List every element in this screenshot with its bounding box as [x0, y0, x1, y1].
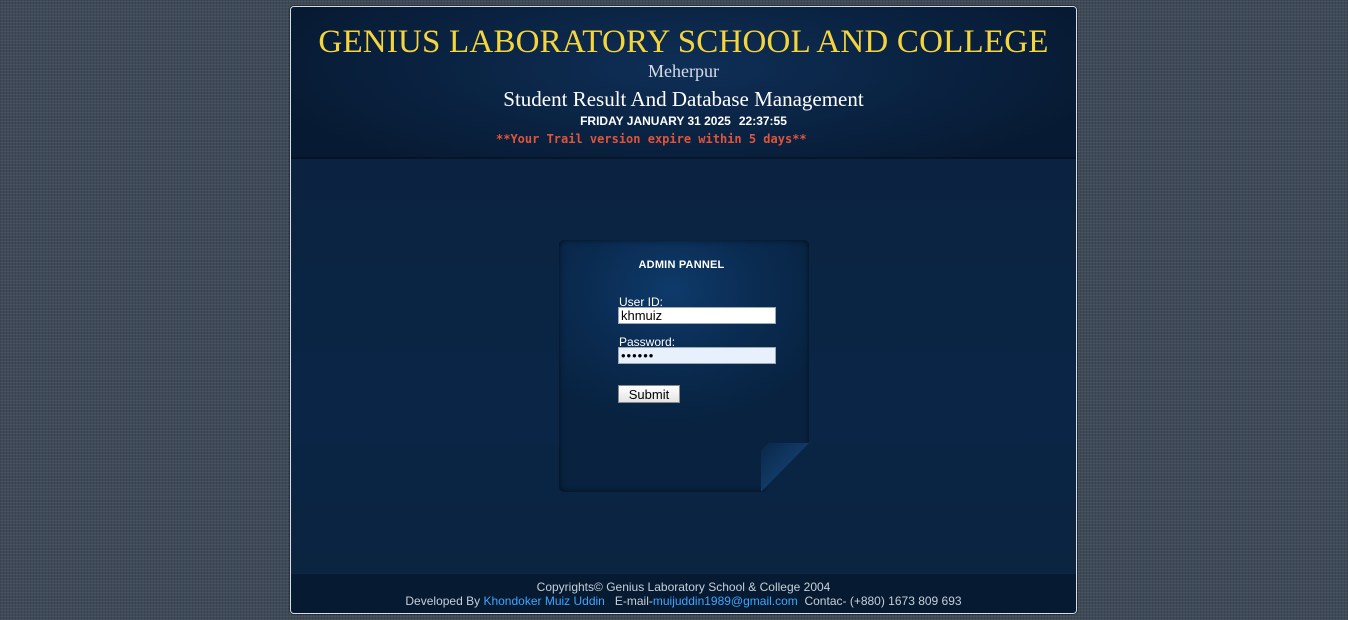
developer-credits: Developed By Khondoker Muiz Uddin E-mail…	[291, 594, 1076, 608]
panel-title: ADMIN PANNEL	[638, 259, 725, 271]
developer-name-link[interactable]: Khondoker Muiz Uddin	[483, 594, 604, 608]
password-input[interactable]	[618, 347, 776, 364]
current-time: 22:37:55	[738, 114, 787, 128]
submit-button[interactable]: Submit	[618, 385, 680, 403]
app-subtitle: Student Result And Database Management	[503, 87, 864, 111]
copyright-text: Copyrights© Genius Laboratory School & C…	[536, 580, 831, 594]
trial-notice: **Your Trail version expire within 5 day…	[496, 132, 807, 146]
page-header: GENIUS LABORATORY SCHOOL AND COLLEGE Meh…	[291, 7, 1076, 159]
email-label: E-mail-	[614, 594, 653, 608]
email-link[interactable]: muijuddin1989@gmail.com	[653, 594, 798, 608]
contact-text: Contac- (+880) 1673 809 693	[804, 594, 962, 608]
main-frame: GENIUS LABORATORY SCHOOL AND COLLEGE Meh…	[290, 6, 1077, 614]
school-name: GENIUS LABORATORY SCHOOL AND COLLEGE	[318, 24, 1049, 60]
date-time-display: FRIDAY JANUARY 31 2025 22:37:55	[291, 114, 1076, 128]
user-id-input[interactable]	[618, 307, 776, 324]
page-footer: Copyrights© Genius Laboratory School & C…	[291, 573, 1076, 613]
current-date: FRIDAY JANUARY 31 2025	[580, 114, 731, 128]
developed-by-label: Developed By	[405, 594, 481, 608]
school-location: Meherpur	[648, 61, 719, 81]
